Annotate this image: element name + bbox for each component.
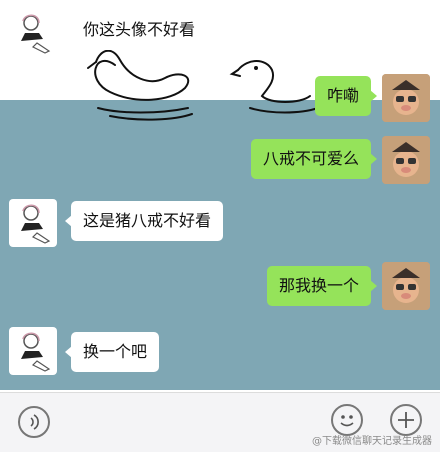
message-text: 这是猪八戒不好看 [83,211,212,230]
girl-avatar-icon [21,14,51,54]
avatar-self[interactable] [382,74,430,122]
message-text: 你这头像不好看 [83,20,196,39]
girl-avatar-icon [21,332,51,372]
plus-icon [398,412,414,428]
chat-screen: 你这头像不好看 咋嘞 八戒不可爱么 这是猪八戒不好看 那我换一个 换一个吧 @下… [0,0,440,452]
avatar-friend[interactable] [9,199,57,247]
message-bubble-self[interactable]: 那我换一个 [266,266,378,306]
pig-avatar-icon [382,262,430,310]
pig-avatar-icon [382,136,430,184]
message-bubble-friend[interactable]: 你这头像不好看 [64,10,208,50]
message-text: 那我换一个 [278,276,359,295]
avatar-self[interactable] [382,136,430,184]
chat-input-toolbar: @下载微信聊天记录生成器 [0,392,440,452]
message-bubble-self[interactable]: 八戒不可爱么 [250,139,378,179]
message-text: 八戒不可爱么 [262,149,359,168]
watermark-text: @下载微信聊天记录生成器 [312,436,432,447]
message-bubble-friend[interactable]: 换一个吧 [64,332,160,372]
girl-avatar-icon [21,204,51,244]
message-bubble-self[interactable]: 咋嘞 [314,76,378,116]
emoji-icon [340,415,354,427]
message-text: 咋嘞 [326,86,359,105]
avatar-friend[interactable] [9,327,57,375]
pig-avatar-icon [382,74,430,122]
avatar-friend[interactable] [9,9,57,57]
voice-button[interactable] [18,406,50,438]
message-bubble-friend[interactable]: 这是猪八戒不好看 [64,201,224,241]
voice-icon [30,414,39,430]
message-text: 换一个吧 [83,342,148,361]
avatar-self[interactable] [382,262,430,310]
